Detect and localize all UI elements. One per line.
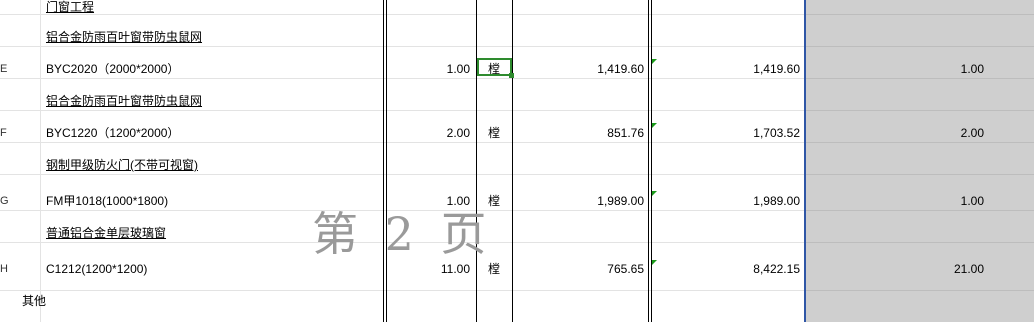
item-name[interactable]: 铝合金防雨百叶窗带防虫鼠网 [46,94,202,108]
table-row[interactable]: H C1212(1200*1200) 11.00 樘 765.65 8,422.… [0,261,1034,293]
comment-indicator-icon[interactable] [652,191,657,196]
unit-price-cell[interactable]: 765.65 [520,262,644,276]
table-row[interactable]: G FM甲1018(1000*1800) 1.00 樘 1,989.00 1,9… [0,192,1034,224]
table-row[interactable]: 普通铝合金单层玻璃窗 [0,224,1034,256]
item-name[interactable]: 铝合金防雨百叶窗带防虫鼠网 [46,30,202,44]
comment-indicator-icon[interactable] [652,59,657,64]
page-break-watermark: 第 2 页 [312,207,493,261]
table-row[interactable]: F BYC1220（1200*2000） 2.00 樘 851.76 1,703… [0,124,1034,156]
table-row[interactable]: 门窗工程 [0,0,1034,24]
total-cell[interactable]: 1,419.60 [660,62,800,76]
unit-price-cell[interactable]: 1,989.00 [520,194,644,208]
quantity-summary-cell[interactable]: 2.00 [806,126,984,140]
table-row[interactable]: 铝合金防雨百叶窗带防虫鼠网 [0,92,1034,124]
quantity-cell[interactable]: 1.00 [390,62,470,76]
item-spec[interactable]: C1212(1200*1200) [46,262,147,276]
quantity-cell[interactable]: 11.00 [390,262,470,276]
section-label-other[interactable]: 其他 [22,294,46,308]
quantity-cell[interactable]: 2.00 [390,126,470,140]
row-label: G [0,195,9,207]
table-row[interactable]: 铝合金防雨百叶窗带防虫鼠网 [0,28,1034,60]
row-label: E [0,63,8,75]
unit-price-cell[interactable]: 851.76 [520,126,644,140]
item-name[interactable]: 门窗工程 [46,0,94,14]
comment-indicator-icon[interactable] [652,260,657,265]
item-name[interactable]: 钢制甲级防火门(不带可视窗) [46,158,198,172]
item-spec[interactable]: BYC1220（1200*2000） [46,126,179,140]
item-spec[interactable]: BYC2020（2000*2000） [46,62,179,76]
quantity-summary-cell[interactable]: 1.00 [806,194,984,208]
fill-handle[interactable] [509,73,514,78]
spreadsheet-grid[interactable]: 门窗工程 铝合金防雨百叶窗带防虫鼠网 E BYC2020（2000*2000） … [0,0,1034,322]
selected-cell-outline[interactable] [477,58,512,76]
quantity-summary-cell[interactable]: 21.00 [806,262,984,276]
table-row[interactable]: E BYC2020（2000*2000） 1.00 樘 1,419.60 1,4… [0,60,1034,92]
total-cell[interactable]: 8,422.15 [660,262,800,276]
quantity-summary-cell[interactable]: 1.00 [806,62,984,76]
unit-price-cell[interactable]: 1,419.60 [520,62,644,76]
table-row[interactable]: 钢制甲级防火门(不带可视窗) [0,156,1034,188]
comment-indicator-icon[interactable] [652,123,657,128]
item-name[interactable]: 普通铝合金单层玻璃窗 [46,226,166,240]
total-cell[interactable]: 1,703.52 [660,126,800,140]
unit-cell[interactable]: 樘 [478,262,510,276]
item-spec[interactable]: FM甲1018(1000*1800) [46,194,168,208]
total-cell[interactable]: 1,989.00 [660,194,800,208]
unit-cell[interactable]: 樘 [478,126,510,140]
row-label: H [0,263,8,275]
table-row[interactable]: 其他 [0,293,1034,325]
row-label: F [0,127,7,139]
